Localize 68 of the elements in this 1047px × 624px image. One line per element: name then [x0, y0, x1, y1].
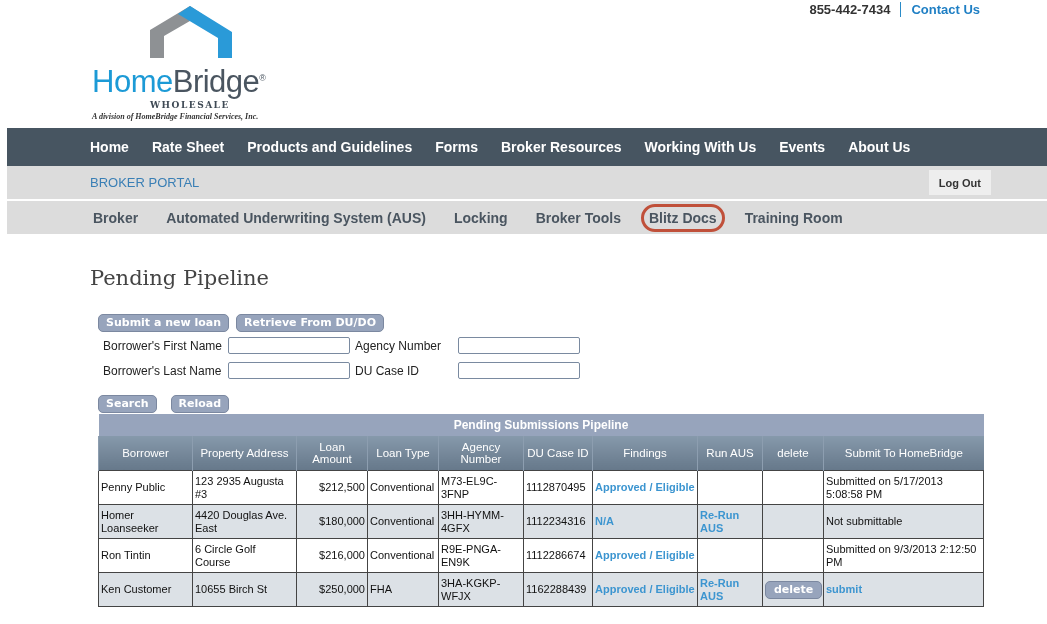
table-cell: 3HH-HYMM-4GFX	[438, 504, 524, 539]
table-cell: M73-EL9C-3FNP	[438, 470, 524, 505]
phone-number: 855-442-7434	[809, 1, 902, 17]
nav-link[interactable]: Broker Resources	[501, 139, 622, 155]
table-cell: Not submittable	[823, 504, 984, 539]
input-field[interactable]	[458, 337, 580, 354]
table-cell: Submitted on 5/17/2013 5:08:58 PM	[823, 470, 984, 505]
table-cell: 1112234316	[523, 504, 593, 539]
table-cell: 1112870495	[523, 470, 593, 505]
column-header: Findings	[592, 436, 698, 471]
table-cell: Conventional	[367, 470, 439, 505]
table-cell: Conventional	[367, 504, 439, 539]
table-cell: 4420 Douglas Ave. East	[192, 504, 297, 539]
column-header: delete	[762, 436, 824, 471]
table-cell: 1112286674	[523, 538, 593, 573]
field-label: Borrower's First Name	[103, 338, 223, 353]
field-label: Borrower's Last Name	[103, 363, 223, 378]
nav-link[interactable]: Products and Guidelines	[247, 139, 413, 155]
nav-link[interactable]: Home	[90, 139, 129, 155]
table-cell: 1162288439	[523, 572, 593, 607]
sub-nav-link[interactable]: Broker Tools	[527, 203, 629, 232]
sub-nav-link[interactable]: Automated Underwriting System (AUS)	[158, 203, 434, 232]
table-cell: FHA	[367, 572, 439, 607]
portal-title: BROKER PORTAL	[90, 175, 200, 190]
nav-link[interactable]: Events	[779, 139, 826, 155]
table-title: Pending Submissions Pipeline	[98, 414, 984, 436]
field-label: Agency Number	[355, 338, 443, 353]
table-cell: Homer Loanseeker	[98, 504, 193, 539]
table-cell: $216,000	[296, 538, 368, 573]
sub-nav-link[interactable]: Training Room	[736, 203, 851, 232]
table-cell: Submitted on 9/3/2013 2:12:50 PM	[823, 538, 984, 573]
table-cell: 10655 Birch St	[192, 572, 297, 607]
table-cell: Ron Tintin	[98, 538, 193, 573]
nav-link[interactable]: About Us	[848, 139, 911, 155]
logout-button[interactable]: Log Out	[928, 170, 991, 195]
brand-tagline: A division of HomeBridge Financial Services, Inc.	[92, 112, 259, 122]
table-cell: Conventional	[367, 538, 439, 573]
column-header: Loan Amount	[296, 436, 368, 471]
nav-link[interactable]: Working With Us	[644, 139, 757, 155]
brand-division: WHOLESALE	[150, 100, 230, 111]
table-cell: 123 2935 Augusta #3	[192, 470, 297, 505]
column-header: Loan Type	[367, 436, 439, 471]
table-cell: R9E-PNGA-EN9K	[438, 538, 524, 573]
field-label: DU Case ID	[355, 363, 420, 378]
column-header: DU Case ID	[523, 436, 593, 471]
table-cell: $180,000	[296, 504, 368, 539]
column-header: Run AUS	[697, 436, 763, 471]
table-cell: Ken Customer	[98, 572, 193, 607]
column-header: Submit To HomeBridge	[823, 436, 984, 471]
contact-link[interactable]: Contact Us	[901, 1, 980, 17]
table-cell: $250,000	[296, 572, 368, 607]
table-cell: $212,500	[296, 470, 368, 505]
table-cell: Penny Public	[98, 470, 193, 505]
input-field[interactable]	[228, 337, 350, 354]
nav-link[interactable]: Rate Sheet	[151, 139, 225, 155]
input-field[interactable]	[228, 362, 350, 379]
column-header: Property Address	[192, 436, 297, 471]
column-header: Agency Number	[438, 436, 524, 471]
input-field[interactable]	[458, 362, 580, 379]
sub-nav-link[interactable]: Locking	[445, 203, 516, 232]
nav-link[interactable]: Forms	[435, 139, 478, 155]
table-cell: 6 Circle Golf Course	[192, 538, 297, 573]
page-title: Pending Pipeline	[90, 266, 271, 290]
brand-logo-text: HomeBridge$^{®}$	[92, 63, 266, 99]
sub-nav-link[interactable]: Blitz Docs	[640, 203, 725, 232]
table-cell: 3HA-KGKP-WFJX	[438, 572, 524, 607]
sub-nav-link[interactable]: Broker	[85, 203, 147, 232]
column-header: Borrower	[98, 436, 193, 471]
